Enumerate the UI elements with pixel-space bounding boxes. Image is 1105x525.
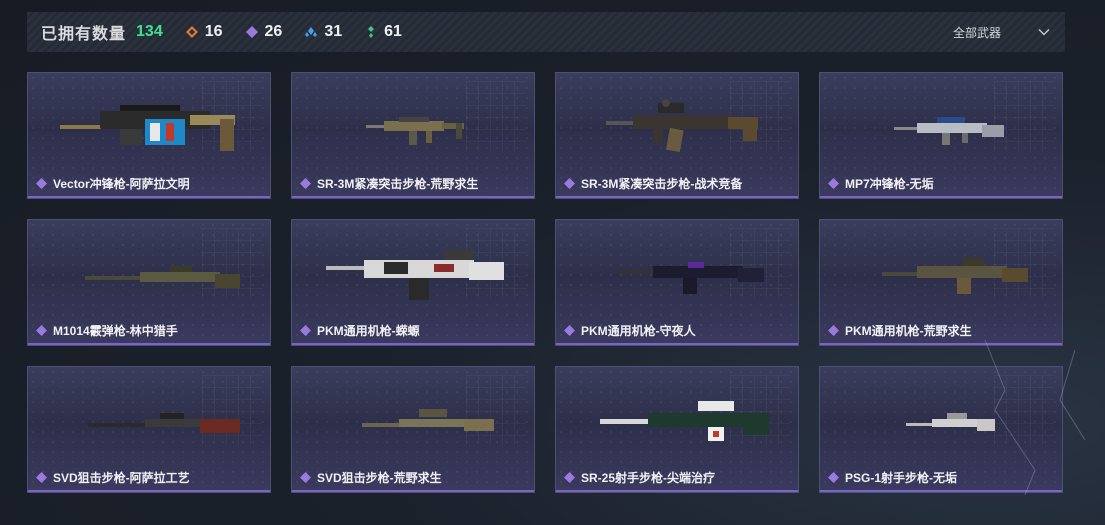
weapon-name: SR-25射手步枪-尖端治疗 xyxy=(564,469,715,486)
weapon-card[interactable]: PKM通用机枪-蝾螈 xyxy=(291,219,535,346)
weapon-card[interactable]: SR-3M紧凑突击步枪-战术竞备 xyxy=(555,72,799,199)
weapon-name: MP7冲锋枪-无垢 xyxy=(828,175,934,192)
weapon-name-text: SR-3M紧凑突击步枪-战术竞备 xyxy=(581,177,743,191)
weapon-name: SR-3M紧凑突击步枪-荒野求生 xyxy=(300,175,478,192)
weapon-name-text: SVD狙击步枪-阿萨拉工艺 xyxy=(53,471,190,485)
green-diamond-icon xyxy=(364,25,378,39)
weapon-name: PKM通用机枪-守夜人 xyxy=(564,322,696,339)
owned-label: 已拥有数量 xyxy=(41,26,127,43)
filter-label: 全部武器 xyxy=(952,25,1001,40)
weapon-name-text: M1014霰弹枪-林中猎手 xyxy=(53,324,178,338)
purple-diamond-icon xyxy=(245,25,259,39)
weapon-image xyxy=(60,105,235,151)
weapon-image xyxy=(894,117,1004,145)
weapon-image xyxy=(606,99,758,153)
weapon-name: M1014霰弹枪-林中猎手 xyxy=(36,322,178,339)
orange-diamond-icon xyxy=(185,25,199,39)
lightning-decor xyxy=(984,339,1086,496)
weapon-name-text: PKM通用机枪-守夜人 xyxy=(581,324,696,338)
weapon-image xyxy=(600,401,769,441)
purple-diamond-icon xyxy=(828,472,839,483)
weapon-name: Vector冲锋枪-阿萨拉文明 xyxy=(36,175,190,192)
blue-diamond-icon xyxy=(304,25,318,39)
weapon-name: PKM通用机枪-蝾螈 xyxy=(300,322,420,339)
purple-diamond-icon xyxy=(828,178,839,189)
stat-orange: 16 xyxy=(185,23,223,41)
weapon-card[interactable]: SVD狙击步枪-荒野求生 xyxy=(291,366,535,493)
weapon-name-text: MP7冲锋枪-无垢 xyxy=(845,177,934,191)
weapon-image xyxy=(882,258,1028,294)
purple-diamond-icon xyxy=(300,472,311,483)
stat-value: 16 xyxy=(204,23,223,40)
weapon-name-text: PKM通用机枪-荒野求生 xyxy=(845,324,972,338)
purple-diamond-icon xyxy=(564,472,575,483)
purple-diamond-icon xyxy=(564,178,575,189)
chevron-down-icon xyxy=(1037,25,1051,39)
weapon-name-text: PSG-1射手步枪-无垢 xyxy=(845,471,958,485)
purple-diamond-icon xyxy=(564,325,575,336)
weapon-card[interactable]: MP7冲锋枪-无垢 xyxy=(819,72,1063,199)
weapon-image xyxy=(88,413,240,433)
weapon-card[interactable]: PKM通用机枪-守夜人 xyxy=(555,219,799,346)
weapon-image xyxy=(366,117,464,145)
stat-blue: 31 xyxy=(304,23,342,41)
weapon-image xyxy=(362,409,494,431)
weapon-name-text: SR-3M紧凑突击步枪-荒野求生 xyxy=(317,177,479,191)
owned-count: 134 xyxy=(136,23,163,40)
weapon-image xyxy=(85,266,240,288)
weapon-image xyxy=(326,250,504,300)
stat-value: 26 xyxy=(264,23,283,40)
purple-diamond-icon xyxy=(36,325,47,336)
weapon-card[interactable]: M1014霰弹枪-林中猎手 xyxy=(27,219,271,346)
weapon-name: PKM通用机枪-荒野求生 xyxy=(828,322,972,339)
stat-value: 61 xyxy=(384,23,402,40)
purple-diamond-icon xyxy=(36,472,47,483)
weapon-name-text: PKM通用机枪-蝾螈 xyxy=(317,324,420,338)
purple-diamond-icon xyxy=(300,178,311,189)
purple-diamond-icon xyxy=(36,178,47,189)
weapon-name: SVD狙击步枪-阿萨拉工艺 xyxy=(36,469,190,486)
weapon-image xyxy=(618,262,764,294)
weapon-name-text: SR-25射手步枪-尖端治疗 xyxy=(581,471,716,485)
weapon-name: PSG-1射手步枪-无垢 xyxy=(828,469,957,486)
weapon-filter-dropdown[interactable]: 全部武器 xyxy=(953,12,1051,52)
stat-green: 61 xyxy=(364,23,402,41)
weapon-name: SR-3M紧凑突击步枪-战术竞备 xyxy=(564,175,742,192)
weapon-card[interactable]: PKM通用机枪-荒野求生 xyxy=(819,219,1063,346)
purple-diamond-icon xyxy=(300,325,311,336)
weapon-card[interactable]: SR-3M紧凑突击步枪-荒野求生 xyxy=(291,72,535,199)
stat-value: 31 xyxy=(324,23,343,40)
weapon-name-text: SVD狙击步枪-荒野求生 xyxy=(317,471,442,485)
weapon-card[interactable]: SR-25射手步枪-尖端治疗 xyxy=(555,366,799,493)
inventory-header: 已拥有数量 134 16 26 31 61 全部武器 xyxy=(27,12,1065,52)
weapon-card[interactable]: Vector冲锋枪-阿萨拉文明 xyxy=(27,72,271,199)
weapon-name-text: Vector冲锋枪-阿萨拉文明 xyxy=(53,177,190,191)
weapon-name: SVD狙击步枪-荒野求生 xyxy=(300,469,442,486)
stat-purple: 26 xyxy=(245,23,283,41)
purple-diamond-icon xyxy=(828,325,839,336)
weapon-card[interactable]: SVD狙击步枪-阿萨拉工艺 xyxy=(27,366,271,493)
